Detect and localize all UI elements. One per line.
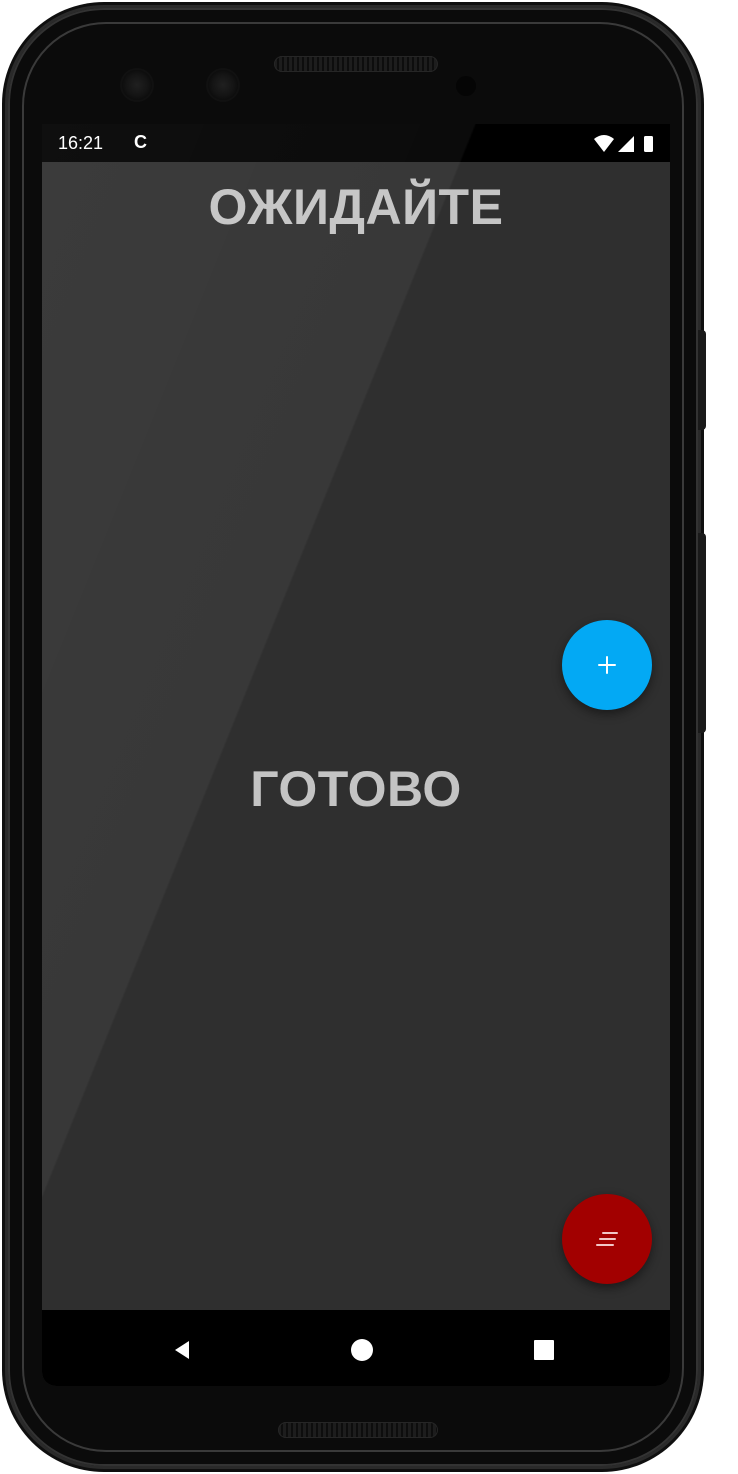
sync-icon: C xyxy=(134,132,147,152)
phone-frame: 16:21 C ОЖИДАЙТЕ ГОТОВО xyxy=(8,8,706,1466)
nav-home-button[interactable] xyxy=(348,1336,376,1364)
front-camera-left-icon xyxy=(120,68,154,102)
status-time: 16:21 xyxy=(58,133,104,153)
ready-title: ГОТОВО xyxy=(250,761,462,817)
home-icon xyxy=(351,1339,373,1361)
screen-glare xyxy=(42,124,670,1386)
plus-icon xyxy=(598,656,616,674)
battery-icon xyxy=(644,136,653,152)
power-button xyxy=(698,330,706,430)
front-camera-right-icon xyxy=(206,68,240,102)
cell-signal-icon xyxy=(618,136,634,152)
bottom-speaker xyxy=(278,1422,438,1438)
waiting-title: ОЖИДАЙТЕ xyxy=(208,179,504,235)
navigation-bar xyxy=(42,1310,670,1386)
add-button[interactable] xyxy=(562,620,652,710)
nav-recents-button[interactable] xyxy=(530,1336,558,1364)
screen: 16:21 C ОЖИДАЙТЕ ГОТОВО xyxy=(42,124,670,1386)
status-bar: 16:21 C xyxy=(42,124,670,162)
wifi-icon xyxy=(594,135,614,152)
status-icons xyxy=(594,135,653,152)
nav-back-button[interactable] xyxy=(168,1336,196,1364)
earpiece-speaker xyxy=(274,56,438,72)
proximity-sensor xyxy=(456,76,476,96)
notes-icon xyxy=(596,1232,618,1246)
notes-button[interactable] xyxy=(562,1194,652,1284)
recents-icon xyxy=(534,1340,554,1360)
back-icon xyxy=(175,1341,189,1359)
volume-button xyxy=(698,533,706,733)
